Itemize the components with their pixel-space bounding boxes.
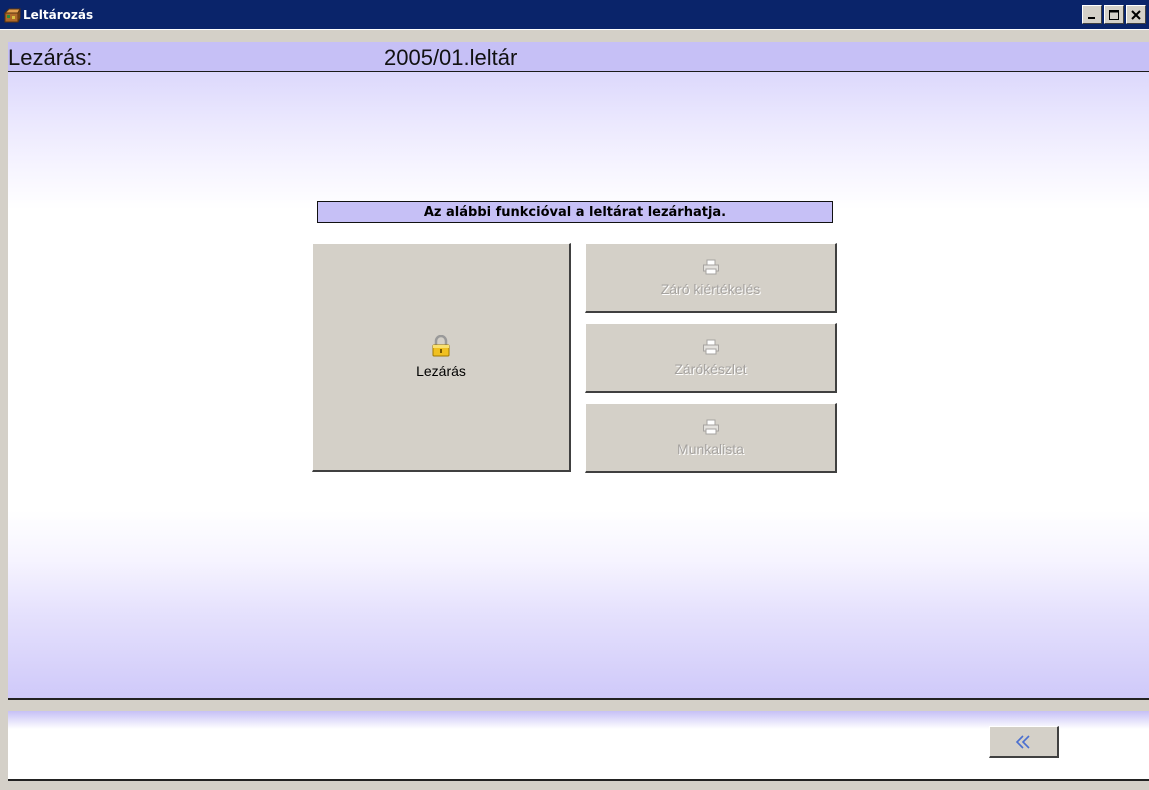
- back-button[interactable]: [989, 726, 1059, 758]
- window-title: Leltározás: [23, 7, 94, 22]
- maximize-button[interactable]: [1104, 5, 1124, 24]
- inventory-name: 2005/01.leltár: [384, 45, 518, 70]
- minimize-icon: [1088, 16, 1095, 19]
- info-message: Az alábbi funkcióval a leltárat lezárhat…: [317, 201, 833, 223]
- window-controls: [1082, 5, 1146, 24]
- maximize-icon: [1109, 9, 1119, 20]
- closing-stock-label: Zárókészlet: [674, 360, 747, 377]
- final-evaluation-button[interactable]: Záró kiértékelés: [585, 243, 837, 313]
- worklist-button[interactable]: Munkalista: [585, 403, 837, 473]
- printer-icon: [702, 339, 719, 354]
- printer-icon: [702, 259, 719, 274]
- printer-icon: [702, 419, 719, 434]
- header-bar: Lezárás: 2005/01.leltár: [8, 42, 1149, 72]
- footer-panel: [8, 711, 1149, 781]
- final-evaluation-label: Záró kiértékelés: [660, 280, 761, 297]
- worklist-label: Munkalista: [677, 440, 744, 457]
- header-label: Lezárás:: [8, 45, 93, 70]
- inventory-box-icon: [3, 6, 21, 24]
- padlock-icon: [432, 335, 450, 357]
- closing-stock-button[interactable]: Zárókészlet: [585, 323, 837, 393]
- main-panel: Az alábbi funkcióval a leltárat lezárhat…: [8, 72, 1149, 700]
- lock-button[interactable]: Lezárás: [312, 243, 571, 472]
- window-titlebar: Leltározás: [0, 0, 1149, 30]
- footer-gradient: [8, 711, 1149, 729]
- close-button[interactable]: [1126, 5, 1146, 24]
- close-icon: [1131, 9, 1141, 20]
- minimize-button[interactable]: [1082, 5, 1102, 24]
- lock-button-label: Lezárás: [416, 363, 466, 379]
- rewind-back-icon: [1015, 734, 1030, 749]
